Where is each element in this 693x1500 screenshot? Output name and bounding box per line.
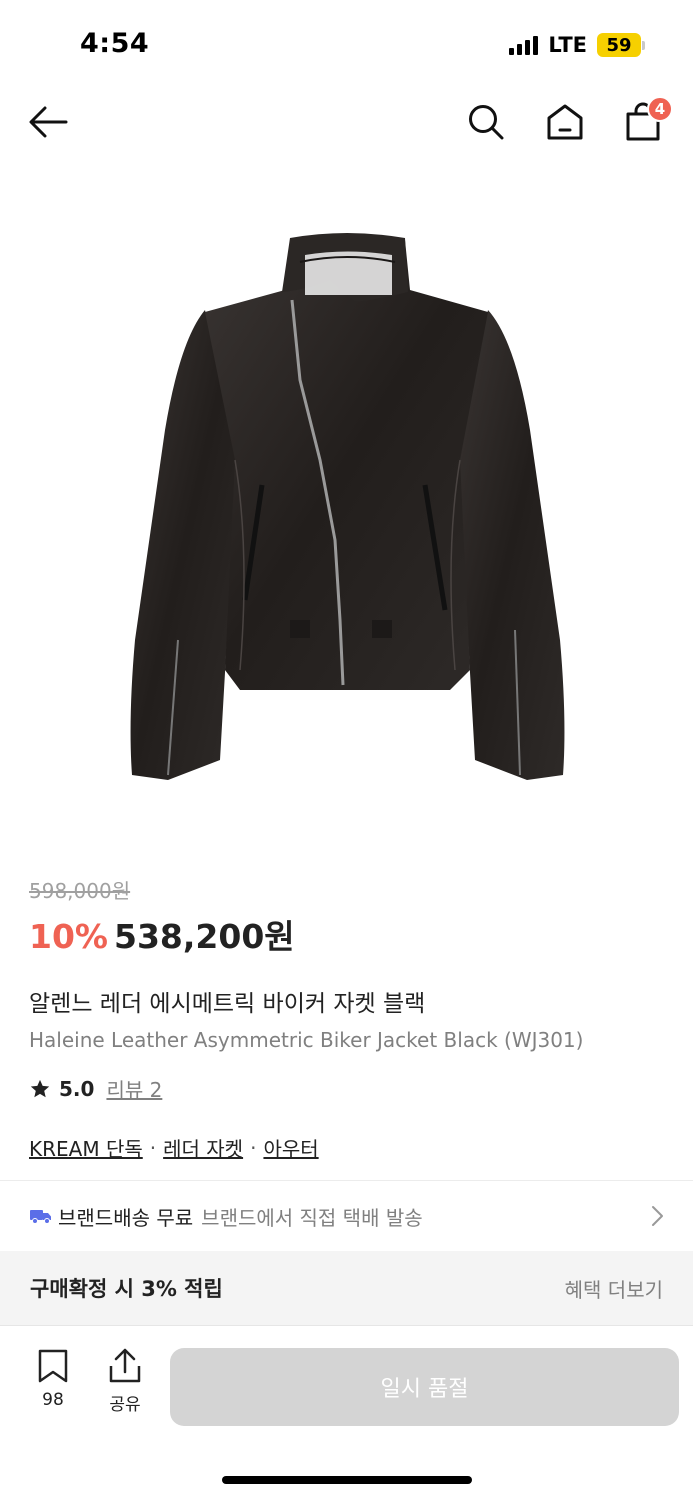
discount-rate: 10% bbox=[29, 917, 108, 956]
shipping-title: 브랜드배송 무료 bbox=[58, 1205, 194, 1230]
search-button[interactable] bbox=[464, 100, 508, 144]
category-tags: KREAM 단독 · 레더 자켓 · 아우터 bbox=[29, 1133, 669, 1162]
product-name-en: Haleine Leather Asymmetric Biker Jacket … bbox=[29, 1028, 584, 1052]
bookmark-button[interactable]: 98 bbox=[28, 1348, 78, 1410]
arrow-left-icon bbox=[29, 106, 68, 138]
cart-button[interactable]: 4 bbox=[621, 96, 673, 144]
status-indicators: LTE 59 bbox=[509, 33, 645, 57]
home-icon bbox=[547, 104, 583, 140]
tag-outer[interactable]: 아우터 bbox=[263, 1133, 318, 1162]
truck-icon bbox=[30, 1210, 51, 1224]
top-nav-bar: 4 bbox=[0, 90, 693, 160]
tag-separator: · bbox=[250, 1135, 257, 1160]
benefit-title: 구매확정 시 3% 적립 bbox=[30, 1277, 223, 1301]
product-info: 598,000원 10% 538,200원 알렌느 레더 에시메트릭 바이커 자… bbox=[29, 875, 669, 1162]
bookmark-icon bbox=[38, 1349, 68, 1383]
shipping-description: 브랜드에서 직접 택배 발송 bbox=[201, 1205, 423, 1230]
soldout-button[interactable]: 일시 품절 bbox=[170, 1348, 679, 1426]
shipping-info-row[interactable]: 브랜드배송 무료 브랜드에서 직접 택배 발송 bbox=[0, 1181, 693, 1251]
benefit-row: 구매확정 시 3% 적립 혜택 더보기 bbox=[0, 1251, 693, 1325]
sale-price: 538,200원 bbox=[114, 917, 295, 956]
chevron-right-icon bbox=[652, 1206, 663, 1226]
share-button[interactable]: 공유 bbox=[100, 1348, 150, 1415]
cart-count-badge: 4 bbox=[647, 96, 673, 122]
bookmark-count: 98 bbox=[42, 1390, 64, 1410]
product-name-ko: 알렌느 레더 에시메트릭 바이커 자켓 블랙 bbox=[29, 991, 426, 1017]
jacket-image bbox=[130, 233, 565, 780]
rating-value: 5.0 bbox=[59, 1076, 95, 1101]
home-button[interactable] bbox=[543, 100, 587, 144]
network-label: LTE bbox=[548, 33, 587, 57]
share-icon bbox=[109, 1348, 141, 1383]
signal-icon bbox=[509, 35, 539, 55]
status-time: 4:54 bbox=[80, 28, 150, 59]
home-indicator bbox=[222, 1476, 472, 1484]
bottom-action-bar: 98 공유 일시 품절 bbox=[0, 1325, 693, 1500]
original-price: 598,000원 bbox=[29, 879, 131, 903]
battery-level: 59 bbox=[597, 33, 641, 57]
rating-row: 5.0 리뷰 2 bbox=[29, 1074, 669, 1103]
review-link[interactable]: 리뷰 2 bbox=[106, 1074, 162, 1103]
product-image[interactable] bbox=[0, 200, 693, 840]
status-bar: 4:54 LTE 59 bbox=[0, 0, 693, 90]
tag-leather-jacket[interactable]: 레더 자켓 bbox=[163, 1133, 243, 1162]
tag-kream-exclusive[interactable]: KREAM 단독 bbox=[29, 1133, 143, 1162]
share-label: 공유 bbox=[109, 1395, 141, 1415]
back-button[interactable] bbox=[26, 100, 70, 144]
benefit-more-link[interactable]: 혜택 더보기 bbox=[565, 1274, 663, 1303]
search-icon bbox=[469, 105, 504, 140]
price-row: 10% 538,200원 bbox=[29, 910, 669, 958]
tag-separator: · bbox=[149, 1135, 157, 1160]
battery-icon: 59 bbox=[597, 33, 645, 57]
star-icon bbox=[30, 1079, 50, 1097]
